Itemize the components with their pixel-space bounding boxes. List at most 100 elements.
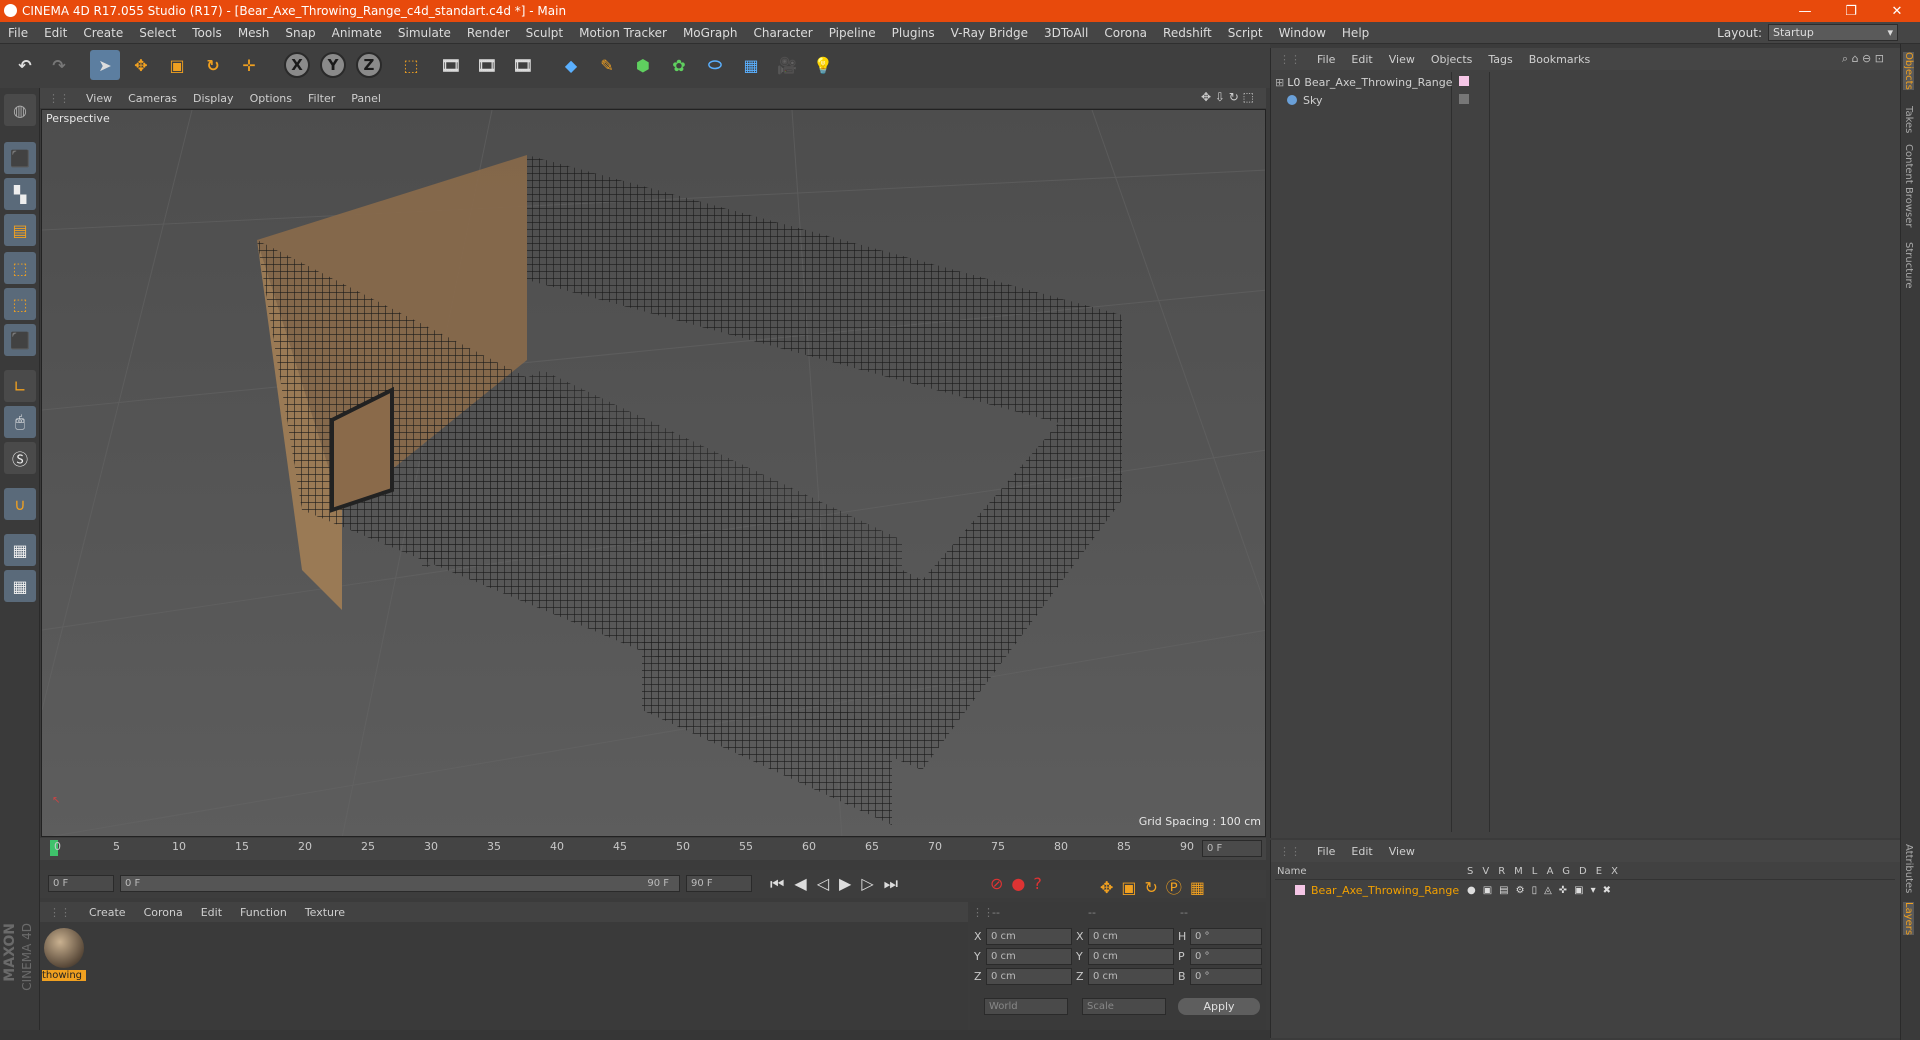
current-frame-field[interactable]: 0 F [1202, 840, 1262, 857]
menu-3dtoall[interactable]: 3DToAll [1036, 26, 1096, 40]
light-icon[interactable]: 💡 [808, 50, 838, 80]
menu-sculpt[interactable]: Sculpt [518, 26, 571, 40]
layer-color-tag[interactable] [1459, 76, 1469, 86]
polygons-mode-icon[interactable]: ⬛ [4, 324, 36, 356]
model-mode-icon[interactable]: ⬛ [4, 142, 36, 174]
render-view-icon[interactable]: 🎞 [436, 50, 466, 80]
z-axis-lock-button[interactable]: Z [356, 52, 382, 78]
menu-window[interactable]: Window [1271, 26, 1334, 40]
coordinate-system-icon[interactable]: ⬚ [396, 50, 426, 80]
tab-content-browser[interactable]: Content Browser [1903, 144, 1914, 227]
texture-mode-icon[interactable]: ▚ [4, 178, 36, 210]
start-frame-field[interactable]: 0 F [48, 875, 114, 892]
menu-file[interactable]: File [0, 26, 36, 40]
coordinate-system-dropdown[interactable]: World [984, 998, 1068, 1015]
obj-menu-file[interactable]: File [1309, 53, 1343, 66]
layer-menu-edit[interactable]: Edit [1343, 845, 1380, 858]
mat-menu-edit[interactable]: Edit [192, 906, 231, 919]
material-tag-icon[interactable] [1459, 94, 1469, 104]
size-y-field[interactable]: 0 cm [1088, 948, 1174, 965]
range-slider[interactable]: 0 F 90 F [120, 875, 680, 892]
menu-tools[interactable]: Tools [184, 26, 230, 40]
live-selection-icon[interactable]: ✛ [234, 50, 264, 80]
menu-pipeline[interactable]: Pipeline [821, 26, 884, 40]
layout-dropdown[interactable]: Startup ▾ [1768, 24, 1898, 41]
mat-menu-function[interactable]: Function [231, 906, 296, 919]
deformer-icon[interactable]: ⬭ [700, 50, 730, 80]
position-y-field[interactable]: 0 cm [986, 948, 1072, 965]
obj-menu-edit[interactable]: Edit [1343, 53, 1380, 66]
spline-pen-icon[interactable]: ✎ [592, 50, 622, 80]
rotation-p-field[interactable]: 0 ° [1190, 948, 1262, 965]
make-editable-icon[interactable]: ◍ [4, 94, 36, 126]
size-mode-dropdown[interactable]: Scale [1082, 998, 1166, 1015]
viewport-menu-panel[interactable]: Panel [343, 92, 389, 105]
restore-button[interactable]: ❐ [1828, 0, 1874, 22]
layer-row[interactable]: Bear_Axe_Throwing_Range ●▣▤⚙▯◬✜▣▾✖ [1275, 882, 1895, 898]
menu-plugins[interactable]: Plugins [884, 26, 943, 40]
obj-menu-view[interactable]: View [1381, 53, 1423, 66]
tab-attributes[interactable]: Attributes [1903, 844, 1914, 893]
menu-animate[interactable]: Animate [324, 26, 390, 40]
expand-icon[interactable]: ⊞ [1275, 76, 1284, 89]
tab-objects[interactable]: Objects [1903, 52, 1914, 90]
tweak-mode-icon[interactable]: 🖱 [4, 406, 36, 438]
menu-create[interactable]: Create [75, 26, 131, 40]
close-button[interactable]: ✕ [1874, 0, 1920, 22]
menu-simulate[interactable]: Simulate [390, 26, 459, 40]
menu-script[interactable]: Script [1220, 26, 1271, 40]
subdivision-surface-icon[interactable]: ⬢ [628, 50, 658, 80]
size-z-field[interactable]: 0 cm [1088, 968, 1174, 985]
viewport-menu-view[interactable]: View [78, 92, 120, 105]
rotation-b-field[interactable]: 0 ° [1190, 968, 1262, 985]
key-mode-buttons[interactable]: ✥▣↻Ⓟ▦ [1100, 874, 1213, 898]
menu-corona[interactable]: Corona [1096, 26, 1155, 40]
3d-viewport[interactable]: Perspective Grid Spacing : 100 cm ↖ [41, 109, 1266, 837]
axis-mode-icon[interactable]: ∟ [4, 370, 36, 402]
menu-select[interactable]: Select [131, 26, 184, 40]
redo-icon[interactable]: ↷ [44, 50, 74, 80]
render-settings-icon[interactable]: 🎞 [508, 50, 538, 80]
menu-motion-tracker[interactable]: Motion Tracker [571, 26, 675, 40]
workplane-icon[interactable]: ▤ [4, 214, 36, 246]
transport-buttons[interactable]: ⏮◀◁▶▷⏭ [770, 874, 908, 894]
layer-flag-icons[interactable]: ●▣▤⚙▯◬✜▣▾✖ [1467, 885, 1618, 896]
menu-edit[interactable]: Edit [36, 26, 75, 40]
menu-mograph[interactable]: MoGraph [675, 26, 746, 40]
position-x-field[interactable]: 0 cm [986, 928, 1072, 945]
obj-menu-objects[interactable]: Objects [1423, 53, 1481, 66]
workplane-align-icon[interactable]: ▦ [4, 570, 36, 602]
scale-icon[interactable]: ▣ [162, 50, 192, 80]
apply-button[interactable]: Apply [1178, 998, 1260, 1015]
viewport-menu-options[interactable]: Options [242, 92, 300, 105]
move-icon[interactable]: ✥ [126, 50, 156, 80]
snap-icon[interactable]: Ⓢ [4, 442, 36, 474]
rotation-h-field[interactable]: 0 ° [1190, 928, 1262, 945]
viewport-menu-filter[interactable]: Filter [300, 92, 343, 105]
size-x-field[interactable]: 0 cm [1088, 928, 1174, 945]
x-axis-lock-button[interactable]: X [284, 52, 310, 78]
menu-render[interactable]: Render [459, 26, 518, 40]
menu-snap[interactable]: Snap [277, 26, 323, 40]
camera-icon[interactable]: 🎥 [772, 50, 802, 80]
end-frame-field[interactable]: 90 F [686, 875, 752, 892]
tab-layers[interactable]: Layers [1903, 902, 1914, 936]
search-icon[interactable]: ⌕ ⌂ ⊖ ⊡ [1834, 52, 1892, 66]
tab-takes[interactable]: Takes [1903, 106, 1914, 133]
cube-object-icon[interactable]: ◆ [556, 50, 586, 80]
menu-mesh[interactable]: Mesh [230, 26, 278, 40]
material-swatch[interactable]: thowing [42, 926, 86, 986]
mat-menu-corona[interactable]: Corona [135, 906, 192, 919]
menu-character[interactable]: Character [745, 26, 820, 40]
layer-menu-file[interactable]: File [1309, 845, 1343, 858]
mat-menu-create[interactable]: Create [80, 906, 135, 919]
render-picture-viewer-icon[interactable]: 🎞 [472, 50, 502, 80]
workplane-lock-icon[interactable]: ▦ [4, 534, 36, 566]
tab-structure[interactable]: Structure [1903, 242, 1914, 289]
undo-icon[interactable]: ↶ [10, 50, 40, 80]
record-buttons[interactable]: ⊘●? [990, 874, 1050, 893]
y-axis-lock-button[interactable]: Y [320, 52, 346, 78]
edges-mode-icon[interactable]: ⬚ [4, 288, 36, 320]
timeline-ruler[interactable]: 0 5 10 15 20 25 30 35 40 45 50 55 60 65 … [40, 838, 1266, 860]
viewport-menu-cameras[interactable]: Cameras [120, 92, 185, 105]
